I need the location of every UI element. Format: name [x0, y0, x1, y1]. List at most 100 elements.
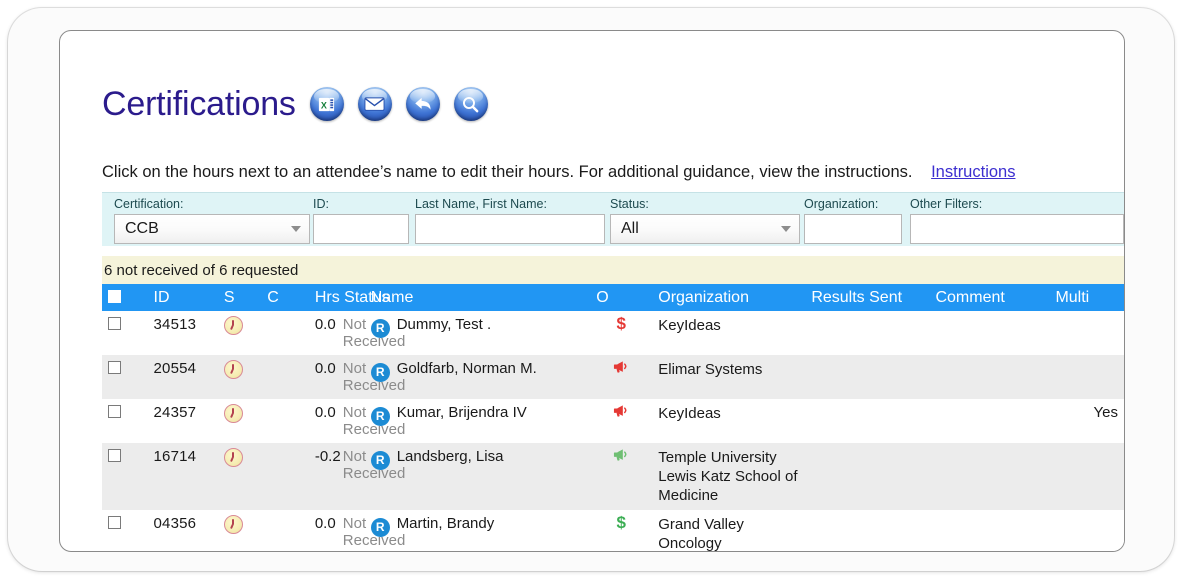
cell-organization: Temple University Lewis Katz School of M… [652, 443, 806, 510]
certification-select[interactable]: CCB [114, 214, 310, 244]
attendee-name[interactable]: Landsberg, Lisa [397, 448, 504, 465]
row-checkbox[interactable] [108, 317, 121, 330]
cell-s[interactable] [217, 443, 262, 510]
clock-icon[interactable] [223, 448, 243, 467]
header-multi[interactable]: Multi [1049, 284, 1124, 311]
cell-organization: KeyIdeas [652, 311, 806, 355]
r-badge-icon[interactable]: R [370, 362, 390, 382]
cell-results-sent [805, 399, 930, 443]
row-select-cell[interactable] [102, 355, 148, 399]
header-c[interactable]: C [261, 284, 309, 311]
cell-results-sent [805, 311, 930, 355]
table-row[interactable]: 34513 0.0 Not Received R Dummy, Test . $ KeyId… [102, 311, 1124, 355]
row-checkbox[interactable] [108, 516, 121, 529]
cell-id: 16714 [147, 443, 218, 510]
organization-name: Temple University Lewis Katz School of M… [658, 449, 798, 504]
other-filters: Other Filters: [910, 198, 1124, 244]
cell-o[interactable] [590, 399, 653, 443]
chevron-down-icon [781, 226, 791, 232]
cell-s[interactable] [217, 399, 262, 443]
name-filter: Last Name, First Name: [415, 198, 605, 244]
cell-o[interactable] [590, 355, 653, 399]
header-o[interactable]: O [590, 284, 653, 311]
cell-hours[interactable]: 0.0 [308, 355, 337, 399]
app-window: Certifications X Click on the hours next… [59, 30, 1125, 552]
header-s[interactable]: S [217, 284, 262, 311]
attendee-name[interactable]: Dummy, Test . [397, 316, 491, 333]
row-select-cell[interactable] [102, 311, 148, 355]
cell-comment[interactable] [929, 510, 1050, 551]
clock-icon[interactable] [223, 360, 243, 379]
cell-o[interactable]: $ [590, 311, 653, 355]
cell-comment[interactable] [929, 311, 1050, 355]
table-row[interactable]: 04356 0.0 Not Received R Martin, Brandy $ Gran… [102, 510, 1124, 552]
organization-filter: Organization: [804, 198, 902, 244]
cell-hours[interactable]: 0.0 [308, 510, 337, 551]
cell-o[interactable] [590, 443, 653, 510]
cell-status: Not Received [336, 355, 405, 399]
cell-hours[interactable]: 0.0 [308, 399, 337, 443]
clock-icon[interactable] [223, 316, 243, 335]
certification-filter: Certification: CCB [114, 198, 310, 244]
hours-value[interactable]: 0.0 [315, 316, 336, 333]
certification-select-value: CCB [125, 220, 159, 237]
r-badge-icon[interactable]: R [370, 406, 390, 426]
cell-o[interactable]: $ [590, 510, 653, 551]
id-input[interactable] [313, 214, 409, 244]
cell-comment[interactable] [929, 355, 1050, 399]
megaphone-icon [613, 449, 630, 466]
table-row[interactable]: 24357 0.0 Not Received R Kumar, Brijendra IV… [102, 399, 1124, 443]
cell-id: 34513 [147, 311, 218, 355]
header-results-sent[interactable]: Results Sent [805, 284, 930, 311]
excel-export-icon[interactable]: X [309, 87, 344, 121]
row-select-cell[interactable] [102, 443, 148, 510]
r-badge-icon[interactable]: R [370, 450, 390, 470]
row-select-cell[interactable] [102, 399, 148, 443]
status-select[interactable]: All [610, 214, 800, 244]
attendee-name[interactable]: Goldfarb, Norman M. [397, 360, 537, 377]
instructions-link[interactable]: Instructions [931, 163, 1015, 181]
cell-comment[interactable] [929, 443, 1050, 510]
attendee-name[interactable]: Kumar, Brijendra IV [397, 404, 527, 421]
megaphone-icon [613, 405, 630, 422]
cell-hours[interactable]: -0.2 [308, 443, 341, 510]
cell-s[interactable] [217, 311, 262, 355]
table-row[interactable]: 16714 -0.2 Not Received R Landsberg, Lisa Tem… [102, 443, 1124, 510]
svg-text:X: X [321, 100, 327, 110]
cell-hours[interactable]: 0.0 [308, 311, 337, 355]
clock-icon[interactable] [223, 515, 243, 534]
header-comment[interactable]: Comment [929, 284, 1050, 311]
header-id[interactable]: ID [147, 284, 218, 311]
hours-value[interactable]: 0.0 [315, 404, 336, 421]
hours-value[interactable]: 0.0 [315, 360, 336, 377]
cell-status: Not Received [336, 510, 405, 551]
name-input[interactable] [415, 214, 605, 244]
cell-comment[interactable] [929, 399, 1050, 443]
r-badge-icon[interactable]: R [370, 318, 390, 338]
back-arrow-icon[interactable] [405, 87, 440, 121]
clock-icon[interactable] [223, 404, 243, 423]
row-select-cell[interactable] [102, 510, 148, 551]
organization-name: Grand Valley Oncology [658, 516, 744, 552]
cell-s[interactable] [217, 355, 262, 399]
filter-bar: Certification: CCB ID: Last Name, First … [102, 192, 1124, 246]
page-header: Certifications X [102, 87, 488, 121]
header-name[interactable]: Name [364, 284, 591, 311]
attendee-name[interactable]: Martin, Brandy [397, 515, 495, 532]
hours-value[interactable]: 0.0 [315, 515, 336, 532]
row-checkbox[interactable] [108, 405, 121, 418]
other-filters-input[interactable] [910, 214, 1124, 244]
select-all-checkbox[interactable] [108, 289, 121, 303]
email-icon[interactable] [357, 87, 392, 121]
r-badge-icon[interactable]: R [370, 517, 390, 537]
cell-s[interactable] [217, 510, 262, 551]
row-checkbox[interactable] [108, 361, 121, 374]
search-icon[interactable] [453, 87, 488, 121]
table-row[interactable]: 20554 0.0 Not Received R Goldfarb, Norman M.… [102, 355, 1124, 399]
header-organization[interactable]: Organization [652, 284, 806, 311]
organization-input[interactable] [804, 214, 902, 244]
header-hrs-status[interactable]: Hrs Status [308, 284, 390, 311]
hours-value[interactable]: -0.2 [315, 448, 341, 465]
row-checkbox[interactable] [108, 449, 121, 462]
header-select-all[interactable] [102, 284, 148, 311]
